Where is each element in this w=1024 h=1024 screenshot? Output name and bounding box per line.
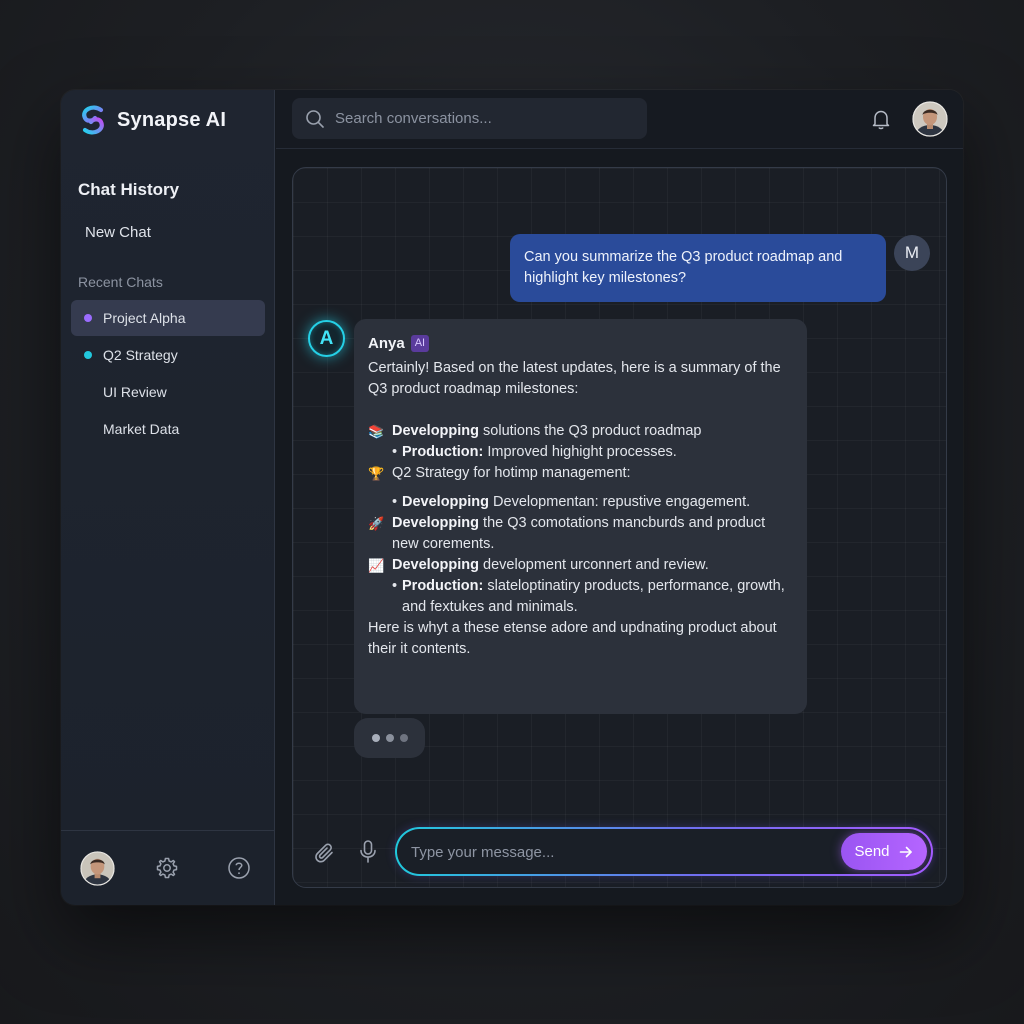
profile-avatar[interactable] xyxy=(912,101,948,137)
item-bold: Developping xyxy=(402,494,490,510)
recent-chats-label: Recent Chats xyxy=(78,274,163,290)
help-icon[interactable] xyxy=(227,856,251,880)
assistant-name: Anya xyxy=(368,334,405,352)
arrow-right-icon xyxy=(899,846,912,857)
list-item: • Developping Developmentan: repustive e… xyxy=(368,492,793,513)
user-initial-avatar: M xyxy=(894,235,930,271)
new-chat-button[interactable]: New Chat xyxy=(85,224,151,241)
status-dot xyxy=(84,351,92,359)
sidebar: Synapse AI Chat History New Chat Recent … xyxy=(61,90,275,905)
milestone-list: 📚 Developping solutions the Q3 product r… xyxy=(368,421,793,618)
item-bold: Production: xyxy=(402,444,484,460)
trophy-emoji-icon: 🏆 xyxy=(368,466,385,481)
item-text: Improved highight processes. xyxy=(483,444,677,460)
sidebar-item-label: Market Data xyxy=(103,421,180,437)
item-text: solutions the Q3 product roadmap xyxy=(479,423,702,439)
chat-history-heading: Chat History xyxy=(78,180,180,199)
bullet-marker: • xyxy=(392,578,398,594)
chart-emoji-icon: 📈 xyxy=(368,558,385,573)
sidebar-item-label: UI Review xyxy=(103,384,167,400)
rocket-emoji-icon: 🚀 xyxy=(368,516,385,531)
sidebar-item-project-alpha[interactable]: Project Alpha xyxy=(71,300,265,336)
item-bold: Developping xyxy=(392,557,480,573)
bullet-marker: • xyxy=(392,494,398,510)
synapse-logo-icon xyxy=(82,105,104,135)
item-text: development urconnert and review. xyxy=(479,557,709,573)
settings-gear-icon[interactable] xyxy=(155,856,179,880)
composer-inner: Send xyxy=(397,829,931,874)
list-item: 🏆 Q2 Strategy for hotimp management: xyxy=(368,463,793,484)
bullet-marker: • xyxy=(392,444,398,460)
sidebar-item-label: Project Alpha xyxy=(103,310,186,326)
item-text: Q2 Strategy for hotimp management: xyxy=(392,465,631,481)
recent-chat-list: Project Alpha Q2 Strategy UI Review Mark… xyxy=(71,300,265,448)
sidebar-item-ui-review[interactable]: UI Review xyxy=(71,374,265,410)
assistant-message-text: Certainly! Based on the latest updates, … xyxy=(368,358,793,660)
app-name: Synapse AI xyxy=(117,108,227,131)
attach-paperclip-icon[interactable] xyxy=(313,841,337,865)
list-item: • Production: Improved highight processe… xyxy=(368,442,793,463)
search-box[interactable] xyxy=(292,98,647,139)
assistant-intro: Certainly! Based on the latest updates, … xyxy=(368,360,781,397)
assistant-message-bubble: Anya AI Certainly! Based on the latest u… xyxy=(354,319,807,714)
status-dot xyxy=(84,314,92,322)
search-icon xyxy=(306,109,324,128)
sidebar-item-label: Q2 Strategy xyxy=(103,347,178,363)
books-emoji-icon: 📚 xyxy=(368,424,385,439)
assistant-avatar: A xyxy=(308,320,345,357)
search-input[interactable] xyxy=(335,110,625,127)
sidebar-item-market-data[interactable]: Market Data xyxy=(71,411,265,447)
ai-badge: AI xyxy=(410,334,430,352)
typing-dot xyxy=(399,734,408,742)
brand[interactable]: Synapse AI xyxy=(77,104,226,136)
typing-dot xyxy=(371,734,380,742)
item-bold: Developping xyxy=(392,423,480,439)
item-text: Developmentan: repustive engagement. xyxy=(489,494,751,510)
list-item: 🚀 Developping the Q3 comotations mancbur… xyxy=(368,513,793,555)
sidebar-footer xyxy=(61,830,275,905)
list-item: 📚 Developping solutions the Q3 product r… xyxy=(368,421,793,442)
user-avatar[interactable] xyxy=(80,851,115,886)
assistant-header: Anya AI xyxy=(368,332,793,354)
message-input[interactable] xyxy=(411,841,831,863)
item-bold: Production: xyxy=(402,578,484,594)
top-bar xyxy=(276,90,963,149)
chat-panel: Can you summarize the Q3 product roadmap… xyxy=(292,167,947,888)
message-composer: Send xyxy=(395,827,933,876)
notifications-bell-icon[interactable] xyxy=(870,108,892,130)
item-bold: Developping xyxy=(392,515,480,531)
microphone-icon[interactable] xyxy=(356,839,380,865)
send-label: Send xyxy=(854,843,890,860)
assistant-outro: Here is whyt a these etense adore and up… xyxy=(368,620,777,657)
typing-dot xyxy=(385,734,394,742)
app-window: Synapse AI Chat History New Chat Recent … xyxy=(61,90,963,905)
list-item: • Production: slateloptinatiry products,… xyxy=(368,576,793,618)
sidebar-item-q2-strategy[interactable]: Q2 Strategy xyxy=(71,337,265,373)
list-item: 📈 Developping development urconnert and … xyxy=(368,555,793,576)
user-message-bubble: Can you summarize the Q3 product roadmap… xyxy=(510,234,886,302)
send-button[interactable]: Send xyxy=(841,833,927,870)
typing-indicator xyxy=(354,718,425,758)
